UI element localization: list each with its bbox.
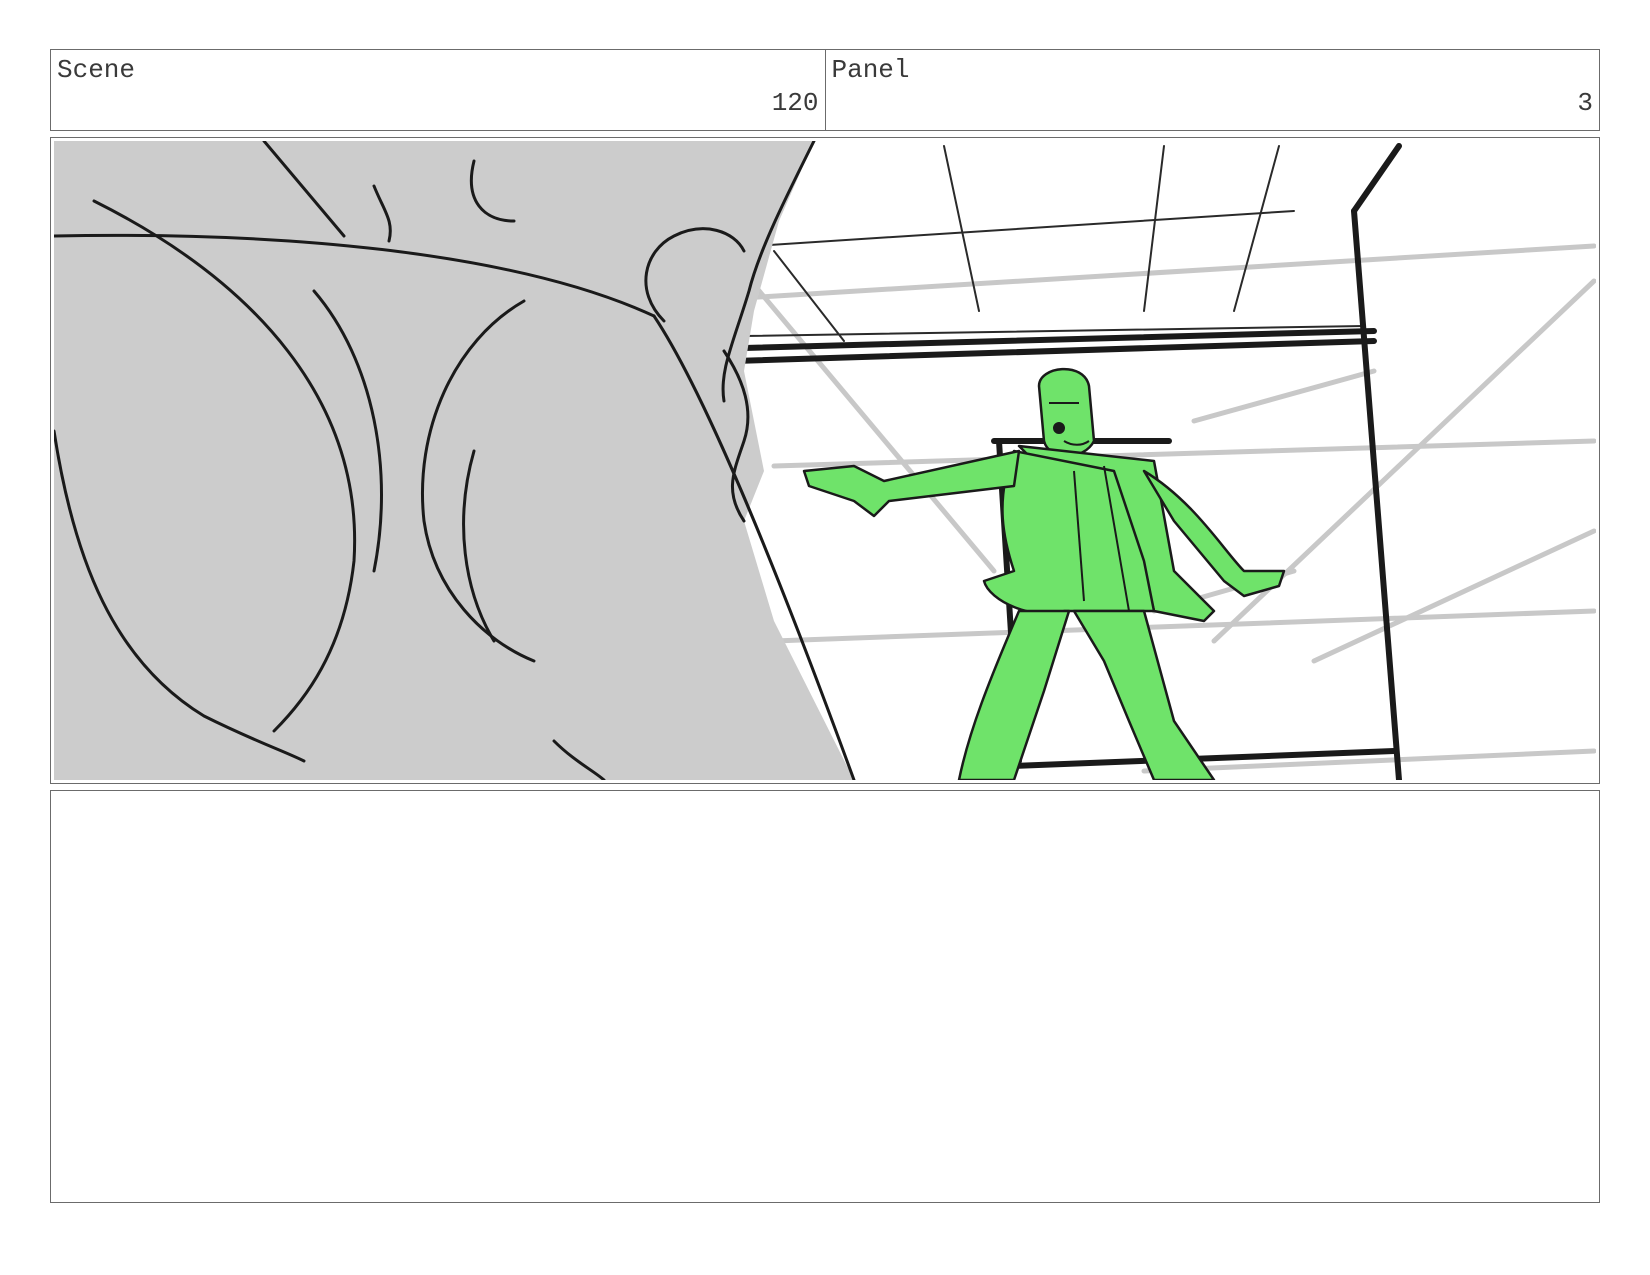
panel-header: Scene 120 Panel 3: [50, 49, 1600, 131]
storyboard-frame: [50, 137, 1600, 784]
notes-box[interactable]: [50, 790, 1600, 1203]
scene-cell: Scene 120: [51, 50, 825, 130]
storyboard-sketch: [54, 141, 1596, 780]
panel-number: 3: [1577, 88, 1593, 118]
scene-number: 120: [771, 88, 819, 118]
scene-label: Scene: [57, 55, 136, 85]
panel-cell: Panel 3: [824, 50, 1600, 130]
panel-label: Panel: [831, 55, 910, 85]
